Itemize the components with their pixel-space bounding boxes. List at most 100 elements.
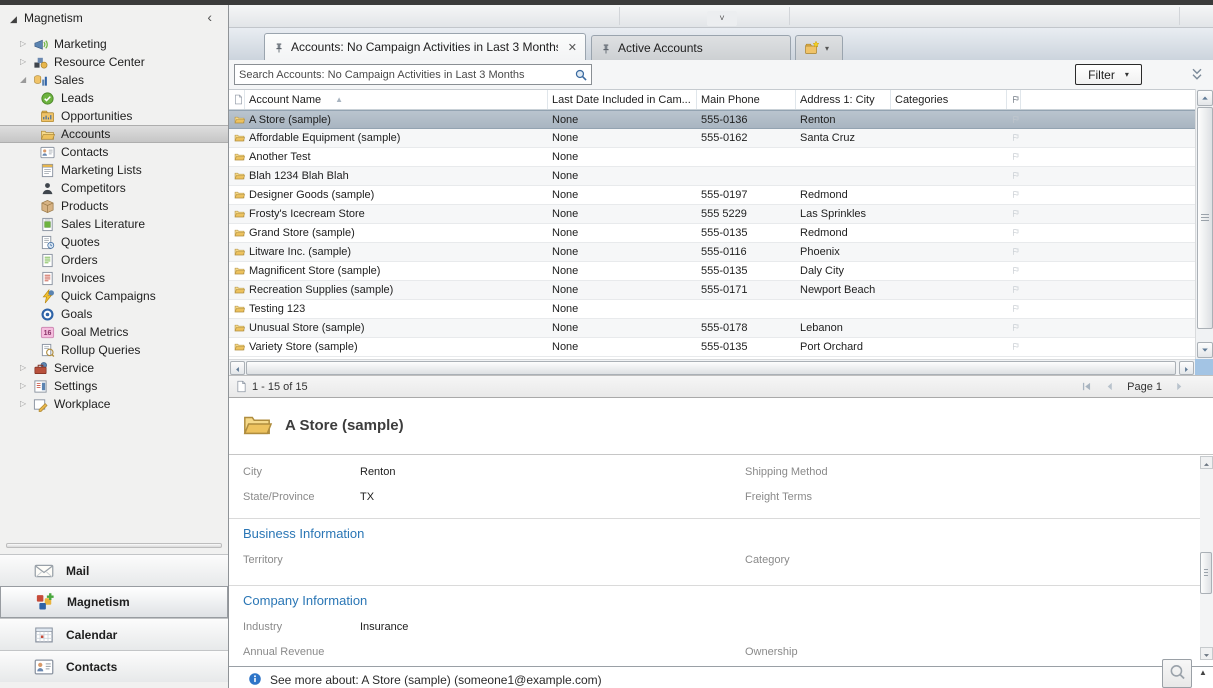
grid-row[interactable]: Testing 123 None — [229, 300, 1195, 319]
sidebar-item[interactable]: ▷ Settings — [0, 377, 228, 395]
scrollbar-thumb[interactable] — [1197, 107, 1213, 329]
grid-row[interactable]: Affordable Equipment (sample) None 555-0… — [229, 129, 1195, 148]
tab-accounts-no-campaign-activities[interactable]: Accounts: No Campaign Activities in Last… — [264, 33, 586, 60]
sidebar-item[interactable]: Accounts — [0, 125, 228, 143]
sidebar-item[interactable]: Contacts — [0, 143, 228, 161]
first-page-icon[interactable] — [1080, 380, 1093, 393]
follow-flag-icon[interactable] — [1007, 131, 1020, 144]
follow-flag-icon[interactable] — [1007, 207, 1020, 220]
column-header-last-date[interactable]: Last Date Included in Cam... — [548, 90, 697, 109]
follow-flag-icon[interactable] — [1007, 302, 1020, 315]
follow-flag-icon[interactable] — [1007, 188, 1020, 201]
nav-button[interactable]: Calendar — [0, 618, 228, 650]
grid-row[interactable]: Litware Inc. (sample) None 555-0116 Phoe… — [229, 243, 1195, 262]
grid-row[interactable]: Another Test None — [229, 148, 1195, 167]
expand-pane-chevrons[interactable] — [1189, 66, 1205, 82]
sidebar-item-label: Competitors — [61, 179, 126, 197]
nav-button[interactable]: Contacts — [0, 650, 228, 682]
next-page-icon[interactable] — [1173, 380, 1186, 393]
splitter-grip[interactable] — [6, 543, 222, 548]
sidebar-item[interactable]: Leads — [0, 89, 228, 107]
follow-flag-icon[interactable] — [1007, 245, 1020, 258]
column-header-address-city[interactable]: Address 1: City — [796, 90, 891, 109]
sidebar-item[interactable]: 16 Goal Metrics — [0, 323, 228, 341]
column-header-main-phone[interactable]: Main Phone — [697, 90, 796, 109]
scroll-right-button[interactable] — [1179, 361, 1194, 375]
sidebar-item[interactable]: ▷ Workplace — [0, 395, 228, 413]
sidebar-item[interactable]: Marketing Lists — [0, 161, 228, 179]
record-type-column-header[interactable] — [229, 90, 245, 109]
sidebar-item[interactable]: Quotes — [0, 233, 228, 251]
tab-close-icon[interactable]: ✕ — [568, 41, 577, 54]
flag-column-header[interactable] — [1007, 90, 1021, 109]
see-more-link[interactable]: See more about: A Store (sample) (someon… — [270, 673, 602, 688]
scroll-top-icon[interactable]: ▲ — [1199, 668, 1207, 677]
search-icon[interactable] — [574, 68, 588, 82]
expander-icon[interactable]: ▷ — [20, 395, 33, 413]
column-header-categories[interactable]: Categories — [891, 90, 1007, 109]
nav-button[interactable]: Magnetism — [0, 586, 228, 618]
sidebar-item[interactable]: Orders — [0, 251, 228, 269]
collapse-pane-icon[interactable]: ‹ — [207, 9, 212, 25]
tab-active-accounts[interactable]: Active Accounts — [591, 35, 791, 60]
column-header-account-name[interactable]: Account Name▲ — [245, 90, 548, 109]
sidebar-item[interactable]: ▷ Resource Center — [0, 53, 228, 71]
nav-root-magnetism[interactable]: Magnetism — [24, 11, 83, 25]
root-expander-icon[interactable]: ◢ — [10, 14, 24, 25]
expander-icon[interactable]: ◢ — [20, 71, 33, 89]
ribbon-expand-button[interactable]: ˅ — [707, 11, 737, 26]
new-view-tab[interactable]: ▾ — [795, 35, 843, 60]
scroll-up-button[interactable] — [1197, 90, 1213, 106]
expander-icon[interactable]: ▷ — [20, 53, 33, 71]
expander-icon[interactable]: ▷ — [20, 377, 33, 395]
grid-row[interactable]: Frosty's Icecream Store None 555 5229 La… — [229, 205, 1195, 224]
scrollbar-thumb[interactable] — [246, 361, 1176, 375]
sidebar-item[interactable]: ▷ Service — [0, 359, 228, 377]
nav-root-row: ◢Magnetism ‹ — [0, 5, 228, 31]
follow-flag-icon[interactable] — [1007, 150, 1020, 163]
scroll-down-button[interactable] — [1197, 342, 1213, 358]
sidebar-item[interactable]: Products — [0, 197, 228, 215]
sidebar-item[interactable]: Opportunities — [0, 107, 228, 125]
follow-flag-icon[interactable] — [1007, 226, 1020, 239]
follow-flag-icon[interactable] — [1007, 169, 1020, 182]
grid-row[interactable]: Blah 1234 Blah Blah None — [229, 167, 1195, 186]
zoom-preview-button[interactable] — [1162, 659, 1192, 688]
sidebar-item[interactable]: ◢ Sales — [0, 71, 228, 89]
expander-icon[interactable]: ▷ — [20, 359, 33, 377]
expander-icon[interactable]: ▷ — [20, 35, 33, 53]
cell-categories — [891, 186, 1007, 204]
sidebar-item[interactable]: Competitors — [0, 179, 228, 197]
follow-flag-icon[interactable] — [1007, 283, 1020, 296]
tab-label: Accounts: No Campaign Activities in Last… — [291, 40, 558, 54]
sidebar-item[interactable]: Sales Literature — [0, 215, 228, 233]
follow-flag-icon[interactable] — [1007, 340, 1020, 353]
follow-flag-icon[interactable] — [1007, 321, 1020, 334]
follow-flag-icon[interactable] — [1007, 264, 1020, 277]
preview-scrollbar[interactable] — [1200, 456, 1213, 660]
nav-button[interactable]: Mail — [0, 554, 228, 586]
grid-row[interactable]: Designer Goods (sample) None 555-0197 Re… — [229, 186, 1195, 205]
grid-vertical-scrollbar[interactable] — [1195, 89, 1213, 359]
grid-row[interactable]: Recreation Supplies (sample) None 555-01… — [229, 281, 1195, 300]
scroll-left-button[interactable] — [230, 361, 245, 375]
sidebar-item[interactable]: Invoices — [0, 269, 228, 287]
scroll-up-button[interactable] — [1200, 456, 1213, 469]
grid-row[interactable]: Magnificent Store (sample) None 555-0135… — [229, 262, 1195, 281]
sidebar-item[interactable]: Rollup Queries — [0, 341, 228, 359]
scrollbar-thumb[interactable] — [1200, 552, 1212, 594]
scroll-down-button[interactable] — [1200, 647, 1213, 660]
follow-flag-icon[interactable] — [1007, 113, 1020, 126]
grid-row[interactable]: Variety Store (sample) None 555-0135 Por… — [229, 338, 1195, 357]
grid-row[interactable]: Unusual Store (sample) None 555-0178 Leb… — [229, 319, 1195, 338]
sidebar-item[interactable]: ▷ Marketing — [0, 35, 228, 53]
grid-row[interactable]: Grand Store (sample) None 555-0135 Redmo… — [229, 224, 1195, 243]
sidebar-item[interactable]: Goals — [0, 305, 228, 323]
search-input[interactable] — [235, 69, 574, 81]
filter-button[interactable]: Filter ▾ — [1075, 64, 1142, 85]
cell-last-date: None — [548, 319, 697, 337]
sidebar-item[interactable]: Quick Campaigns — [0, 287, 228, 305]
previous-page-icon[interactable] — [1103, 380, 1116, 393]
grid-row[interactable]: A Store (sample) None 555-0136 Renton — [229, 110, 1195, 129]
grid-horizontal-scrollbar[interactable] — [229, 359, 1195, 375]
